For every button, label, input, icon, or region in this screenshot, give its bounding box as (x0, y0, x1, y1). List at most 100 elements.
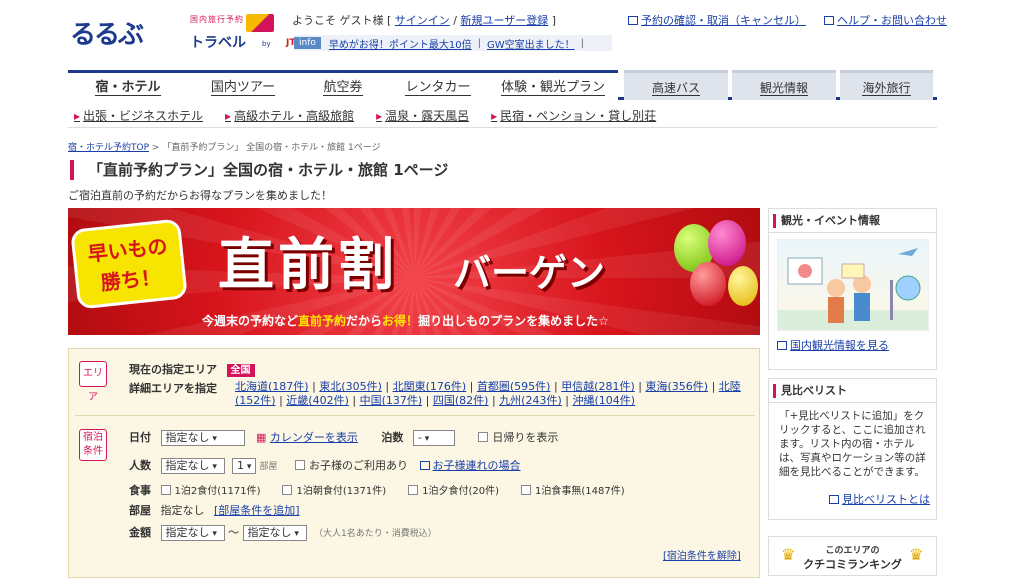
date-select[interactable]: 指定なし (160, 430, 245, 446)
area-separator: | (466, 380, 477, 393)
meal-label: 1泊食事無(1487件) (535, 486, 625, 497)
global-nav: 宿・ホテル 国内ツアー 航空券 レンタカー 体験・観光プラン 高速バス 観光情報… (68, 70, 937, 100)
area-link[interactable]: 首都圏(595件) (477, 380, 551, 393)
info-link-points[interactable]: 早めがお得！ポイント最大10倍 (329, 36, 472, 51)
meal-options: 1泊2食付(1171件) 1泊朝食付(1371件) 1泊夕食付(20件) 1泊食事無(… (160, 484, 647, 497)
calendar-link[interactable]: カレンダーを表示 (270, 431, 358, 444)
kanko-link[interactable]: 国内観光情報を見る (790, 339, 889, 352)
area-links: 北海道(187件) | 東北(305件) | 北関東(176件) | 首都圏(5… (235, 380, 745, 408)
children-checkbox[interactable] (295, 460, 306, 470)
logo-badge-icon (246, 14, 274, 32)
area-link[interactable]: 沖縄(104件) (572, 394, 635, 407)
area-link[interactable]: 四国(82件) (433, 394, 489, 407)
promo-banner[interactable]: 早いもの 勝ち！ 直前割 バーゲン 今週末の予約など直前予約だからお得！掘り出しも… (68, 208, 760, 335)
help-link[interactable]: ヘルプ・お問い合わせ (837, 14, 947, 27)
subnav-minshuku[interactable]: 民宿・ペンション・貸し別荘 (491, 107, 656, 124)
tab-highway-bus[interactable]: 高速バス (624, 70, 728, 100)
tab-activity[interactable]: 体験・観光プラン (488, 70, 618, 100)
area-link[interactable]: 東海(356件) (645, 380, 708, 393)
nights-select[interactable]: - (412, 430, 455, 446)
clear-conditions-link[interactable]: [宿泊条件を解除] (663, 547, 741, 562)
area-link[interactable]: 北海道(187件) (235, 380, 309, 393)
meal-label: 1泊夕食付(20件) (422, 486, 499, 497)
area-link[interactable]: 九州(243件) (499, 394, 562, 407)
area-link[interactable]: 中国(137件) (360, 394, 423, 407)
tab-domestic-tour[interactable]: 国内ツアー (188, 70, 298, 100)
logo-small: 国内旅行予約 (190, 15, 244, 24)
breadcrumb-current: 「直前予約プラン」 全国の宿・ホテル・旅館 1ページ (162, 143, 381, 153)
breadcrumb-home[interactable]: 宿・ホテル予約TOP (68, 143, 149, 153)
area-separator: | (550, 380, 562, 393)
area-separator: | (308, 380, 320, 393)
subnav-onsen[interactable]: 温泉・露天風呂 (376, 107, 469, 124)
banner-early-badge: 早いもの 勝ち！ (70, 218, 188, 310)
window-icon (628, 16, 638, 25)
tab-hotel[interactable]: 宿・ホテル (68, 70, 188, 100)
meal-option[interactable]: 1泊夕食付(20件) (408, 484, 499, 497)
ruruBu-travel-logo[interactable]: るるぶ 国内旅行予約 トラベル by JTB (70, 12, 302, 52)
compare-list-link[interactable]: 見比べリストとは (842, 493, 930, 506)
balloon-icon (690, 262, 726, 306)
current-area-badge: 全国 (226, 364, 255, 377)
price-from-select[interactable]: 指定なし (160, 525, 225, 541)
meal-checkbox[interactable] (521, 485, 531, 495)
tab-rentacar[interactable]: レンタカー (388, 70, 488, 100)
meal-label: 1泊2食付(1171件) (174, 486, 261, 497)
area-link[interactable]: 北関東(176件) (393, 380, 467, 393)
area-separator: | (381, 380, 393, 393)
page-title: 「直前予約プラン」全国の宿・ホテル・旅館 1ページ (70, 160, 448, 180)
search-conditions-panel: エリア 現在の指定エリア 全国 詳細エリアを指定 北海道(187件) | 東北(… (68, 348, 760, 578)
detail-area-label: 詳細エリアを指定 (129, 382, 217, 395)
people-select[interactable]: 指定なし (160, 458, 225, 474)
tab-flight[interactable]: 航空券 (298, 70, 388, 100)
room-add-link[interactable]: [部屋条件を追加] (214, 504, 300, 517)
current-area-row: 現在の指定エリア 全国 (129, 361, 255, 377)
area-separator: | (422, 394, 433, 407)
people-row: 人数 指定なし 1 部屋 お子様のご利用あり お子様連れの場合 (129, 457, 521, 474)
logo-main: るるぶ (70, 20, 144, 50)
area-link[interactable]: 近畿(402件) (286, 394, 349, 407)
meal-checkbox[interactable] (282, 485, 293, 495)
ranking-box[interactable]: ♛ ♛ このエリアの クチコミランキング (768, 536, 937, 576)
compare-list-title: 見比べリスト (769, 379, 936, 403)
subnav-business[interactable]: 出張・ビジネスホテル (74, 107, 203, 124)
subnav-luxury[interactable]: 高級ホテル・高級旅館 (225, 107, 354, 124)
price-to-select[interactable]: 指定なし (242, 525, 307, 541)
meal-option[interactable]: 1泊食事無(1487件) (521, 484, 625, 497)
compare-link-row: 見比べリストとは (829, 491, 930, 507)
balloon-icon (728, 266, 758, 306)
area-link[interactable]: 甲信越(281件) (561, 380, 635, 393)
area-tag: エリア (79, 361, 107, 403)
signin-link[interactable]: サインイン (395, 14, 450, 27)
dayuse-checkbox[interactable] (478, 432, 489, 442)
condition-tag: 宿泊 条件 (79, 429, 107, 461)
crown-icon: ♛ (909, 545, 924, 564)
banner-subtext: 今週末の予約など直前予約だからお得！掘り出しものプランを集めました☆ (202, 314, 609, 328)
logo-travel: トラベル (190, 35, 246, 51)
meal-label: 1泊朝食付(1371件) (296, 486, 387, 497)
rooms-select[interactable]: 1 (232, 458, 256, 474)
travel-illustration[interactable] (777, 239, 929, 331)
area-separator: | (488, 394, 500, 407)
kanko-link-row: 国内観光情報を見る (777, 337, 889, 353)
meal-checkbox[interactable] (408, 485, 419, 495)
meal-checkbox[interactable] (160, 485, 171, 495)
breadcrumb: 宿・ホテル予約TOP > 「直前予約プラン」 全国の宿・ホテル・旅館 1ページ (68, 143, 381, 153)
meal-row: 食事 1泊2食付(1171件) 1泊朝食付(1371件) 1泊夕食付(20件) 1泊食… (129, 482, 647, 498)
meal-option[interactable]: 1泊朝食付(1371件) (282, 484, 386, 497)
register-link[interactable]: 新規ユーザー登録 (461, 14, 549, 27)
info-link-gw[interactable]: GW空室出ました！ (487, 36, 575, 51)
info-bar: info 早めがお得！ポイント最大10倍 | GW空室出ました！ | (294, 35, 612, 51)
window-icon (824, 16, 834, 25)
meal-option[interactable]: 1泊2食付(1171件) (160, 484, 261, 497)
tab-sightseeing[interactable]: 観光情報 (732, 70, 836, 100)
sub-nav: 出張・ビジネスホテル 高級ホテル・高級旅館 温泉・露天風呂 民宿・ペンション・貸… (68, 104, 937, 128)
banner-bargain: バーゲン (453, 251, 606, 295)
kanko-title: 観光・イベント情報 (769, 209, 936, 233)
children-link[interactable]: お子様連れの場合 (433, 459, 521, 472)
welcome-text: ようこそ ゲスト様 [ サインイン / 新規ユーザー登録 ] (292, 14, 557, 27)
tab-overseas[interactable]: 海外旅行 (840, 70, 933, 100)
top-links: 予約の確認・取消（キャンセル） ヘルプ・お問い合わせ (628, 12, 947, 28)
area-link[interactable]: 東北(305件) (319, 380, 382, 393)
reservation-confirm-link[interactable]: 予約の確認・取消（キャンセル） (641, 14, 806, 27)
